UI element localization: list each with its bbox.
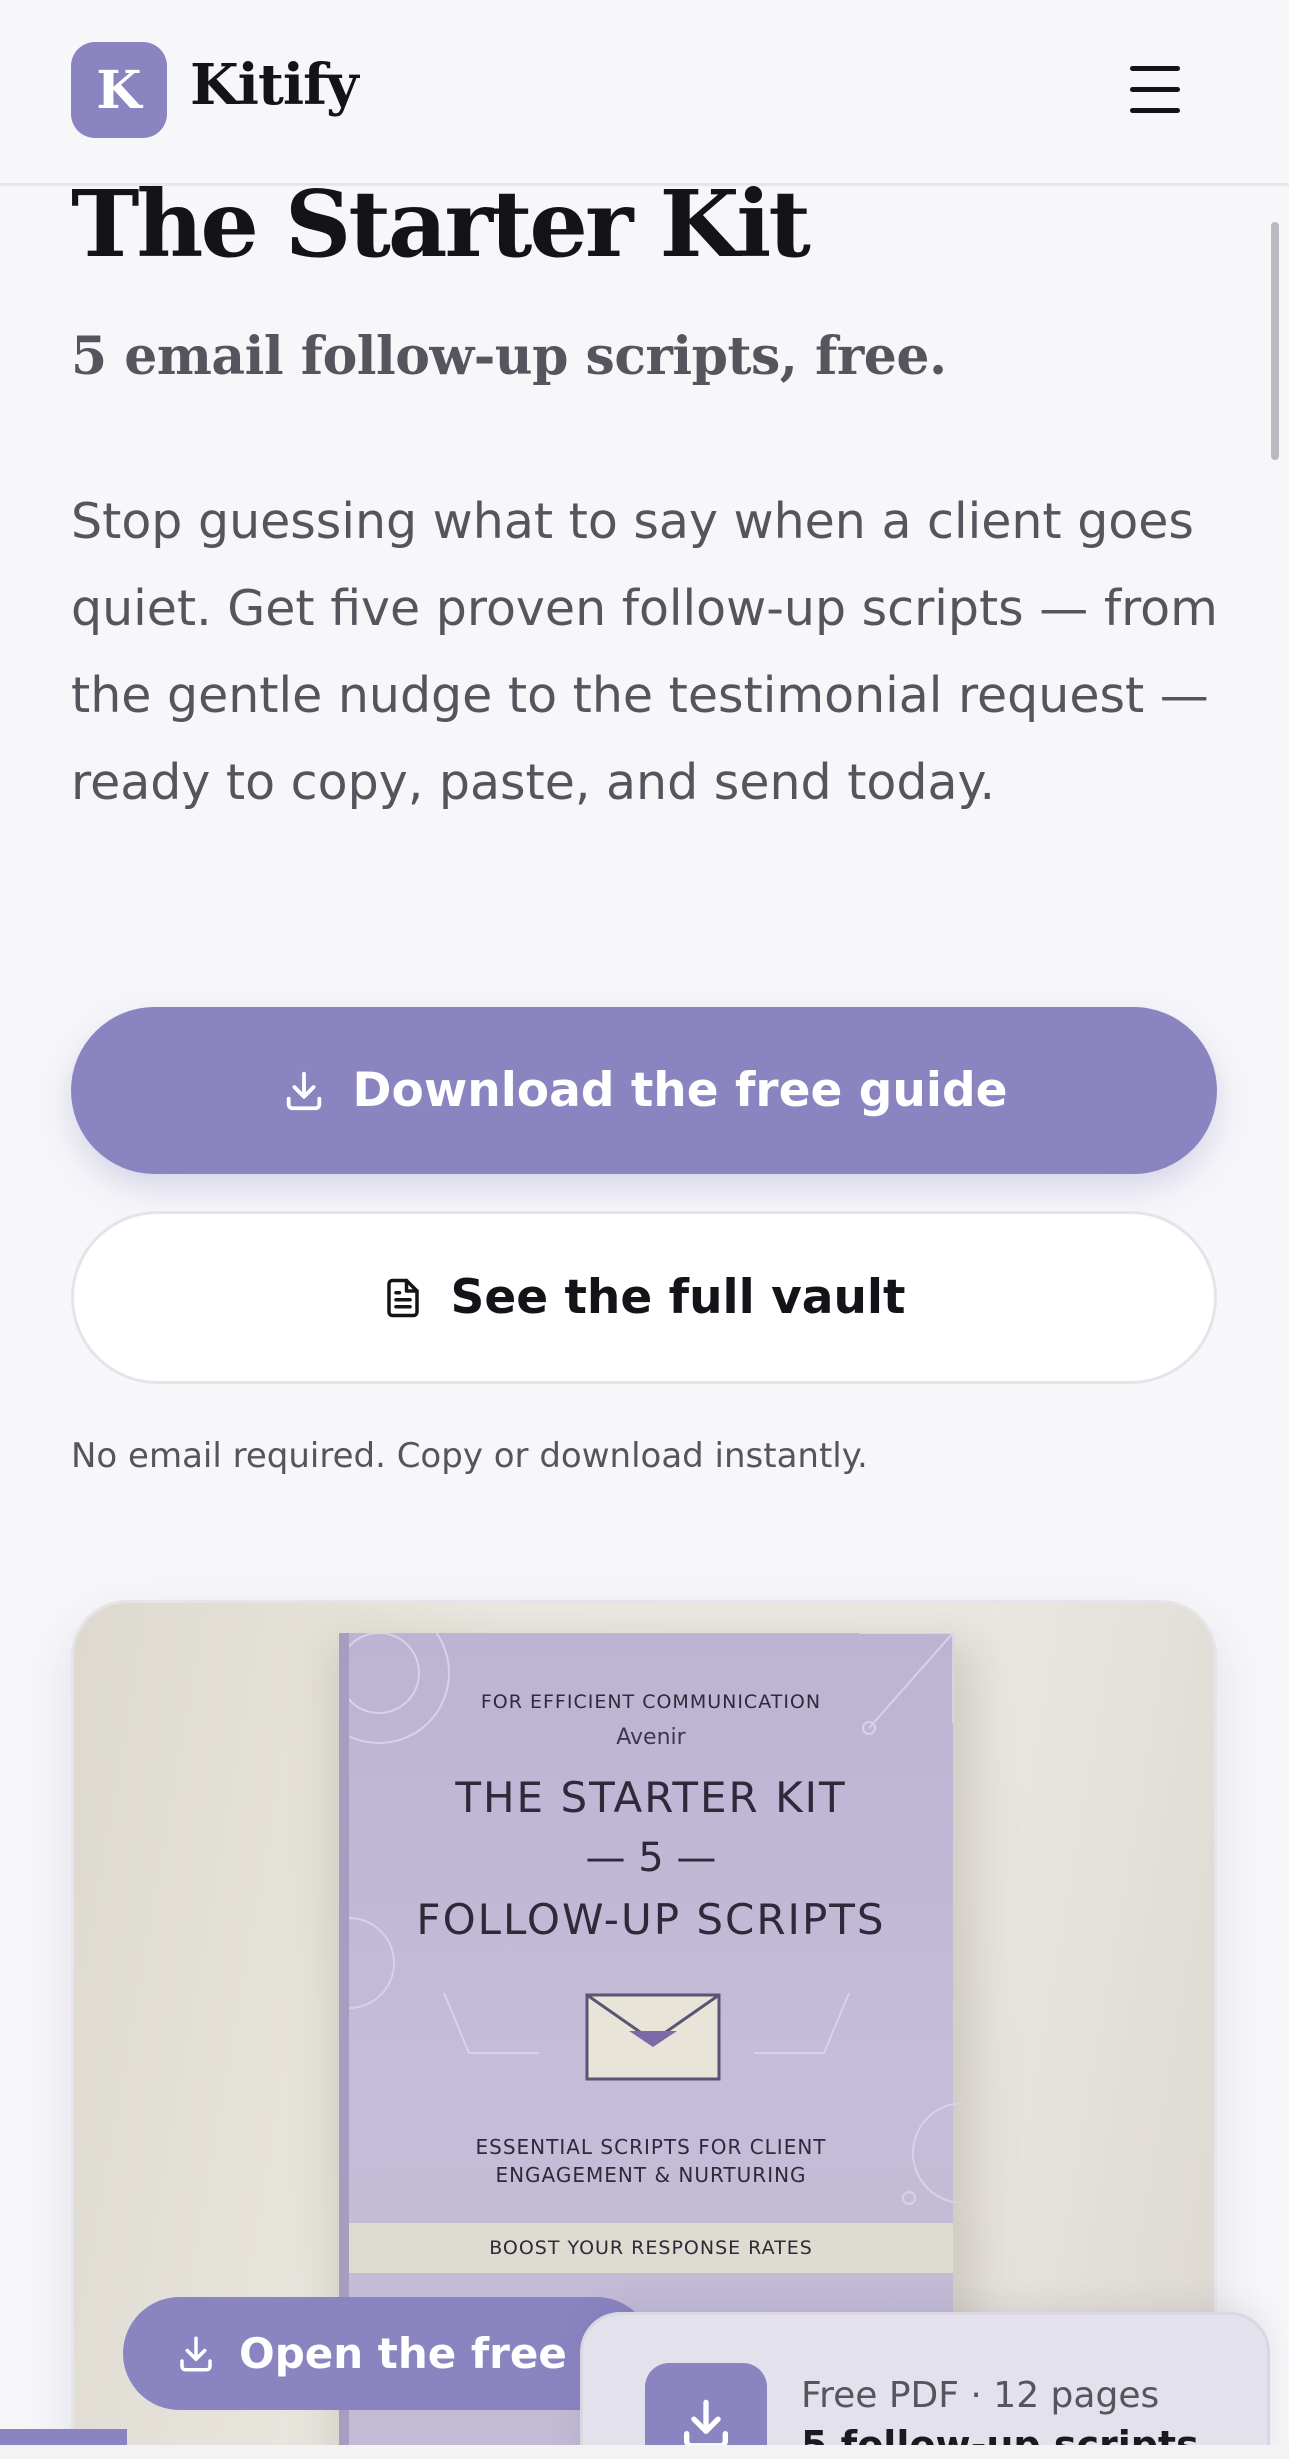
hamburger-menu-icon[interactable] (1120, 60, 1188, 120)
see-full-vault-button[interactable]: See the full vault (71, 1211, 1217, 1384)
logo-badge[interactable]: K (71, 42, 167, 138)
download-guide-label: Download the free guide (352, 1063, 1008, 1118)
bottom-edge (0, 2445, 1289, 2459)
envelope-icon (585, 1993, 721, 2081)
card-meta: Free PDF · 12 pages (801, 2375, 1160, 2416)
see-full-vault-label: See the full vault (450, 1270, 906, 1325)
scrollbar-thumb[interactable] (1271, 222, 1279, 460)
page-subtitle: 5 email follow-up scripts, free. (71, 326, 947, 387)
bottom-progress-indicator (0, 2429, 127, 2445)
cover-brand: Avenir (616, 1725, 686, 1750)
menu-line (1130, 108, 1180, 113)
menu-line (1130, 66, 1180, 71)
open-free-kit-button[interactable]: Open the free kit (123, 2297, 653, 2410)
menu-line (1130, 87, 1180, 92)
no-email-note: No email required. Copy or download inst… (71, 1436, 868, 1476)
document-icon (387, 1278, 420, 1317)
cover-essentials-line2: ENGAGEMENT & NURTURING (495, 2163, 807, 2187)
cover-title-line1: THE STARTER KIT (455, 1773, 847, 1822)
logo-wordmark[interactable]: Kitify (190, 52, 359, 118)
page-title: The Starter Kit (71, 170, 811, 278)
download-icon (286, 1071, 321, 1110)
description-text: Stop guessing what to say when a client … (71, 493, 1218, 811)
cover-essentials: ESSENTIAL SCRIPTS FOR CLIENT ENGAGEMENT … (349, 2133, 953, 2189)
download-guide-button[interactable]: Download the free guide (71, 1007, 1217, 1174)
cover-band: BOOST YOUR RESPONSE RATES (349, 2223, 953, 2273)
cover-essentials-line1: ESSENTIAL SCRIPTS FOR CLIENT (475, 2135, 827, 2159)
free-pdf-card[interactable]: Free PDF · 12 pages 5 follow-up scripts (580, 2312, 1270, 2459)
top-navigation-bar: K Kitify (0, 0, 1289, 186)
download-icon (180, 2336, 212, 2371)
cover-number: — 5 — (585, 1835, 717, 1881)
cover-title-line2: FOLLOW-UP SCRIPTS (416, 1895, 886, 1944)
cover-kicker: FOR EFFICIENT COMMUNICATION (480, 1691, 822, 1713)
